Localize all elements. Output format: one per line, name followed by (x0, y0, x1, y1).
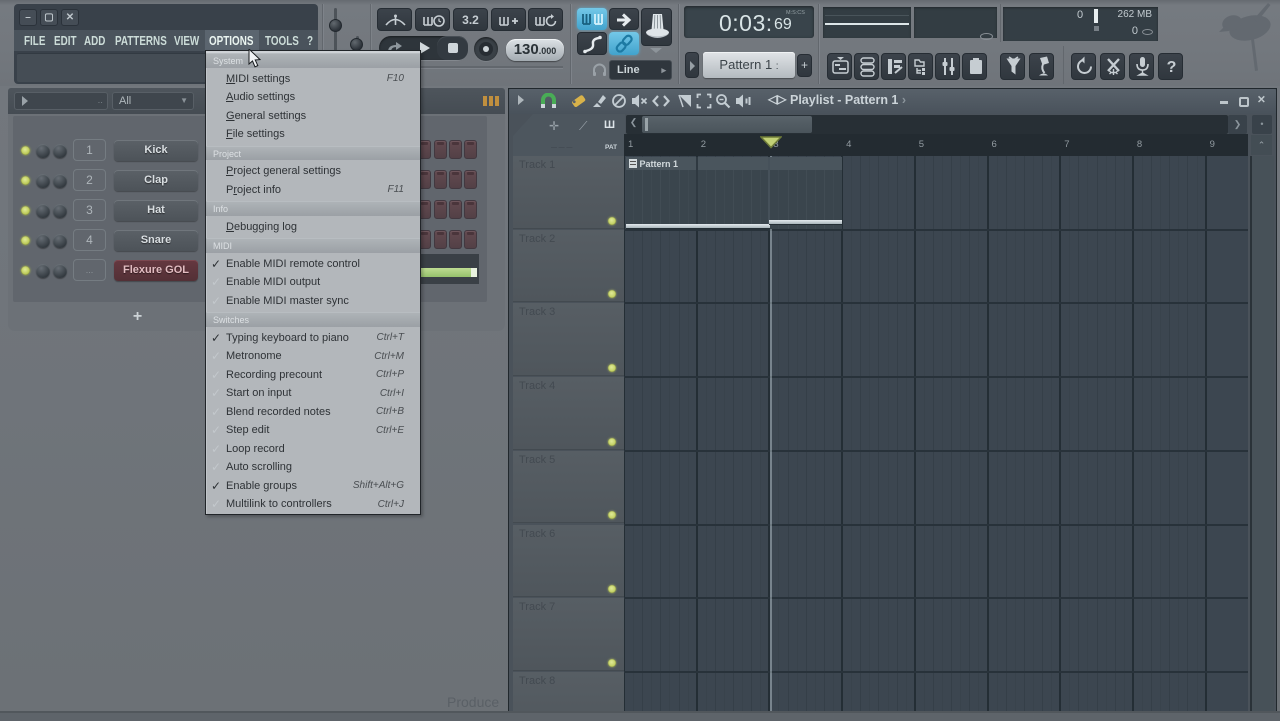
svg-text:?: ? (1167, 59, 1177, 76)
